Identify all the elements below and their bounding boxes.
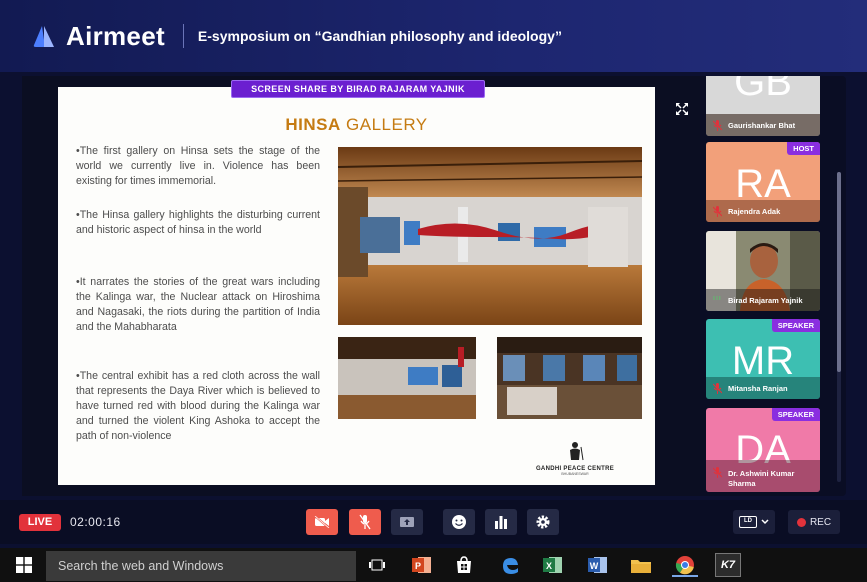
speaker-tile[interactable]: GB Gaurishankar Bhat (706, 76, 820, 136)
gear-icon (536, 515, 550, 529)
slide-title-bold: HINSA (285, 115, 341, 134)
taskbar-search-input[interactable]: Search the web and Windows (46, 551, 356, 581)
speaker-name: Birad Rajaram Yajnik (728, 296, 803, 305)
audio-level-icon: ııı (713, 295, 722, 302)
svg-text:P: P (415, 561, 421, 571)
excel-icon[interactable]: X (540, 553, 566, 577)
active-app-indicator (672, 575, 698, 577)
chevron-down-icon (761, 519, 769, 525)
gandhi-silhouette-icon (570, 442, 584, 461)
gallery-photo-main (338, 147, 642, 325)
powerpoint-icon[interactable]: P (409, 553, 435, 577)
expand-icon[interactable] (673, 100, 691, 118)
speaker-initials: GB (734, 76, 792, 104)
mic-off-icon (713, 383, 722, 394)
airmeet-logo[interactable]: Airmeet (32, 21, 165, 52)
header-divider (182, 24, 184, 48)
gallery-photo-corridor (338, 337, 476, 419)
control-bar: LIVE 02:00:16 LD REC (0, 500, 867, 544)
app-name: Airmeet (66, 20, 165, 51)
slide-bullet: •The Hinsa gallery highlights the distur… (76, 209, 320, 236)
gpc-logo-sub: BHUBANESWAR (561, 472, 589, 476)
mic-off-icon (359, 514, 371, 530)
record-button[interactable]: REC (788, 510, 840, 534)
k7-antivirus-icon[interactable]: K7 (715, 553, 741, 577)
file-explorer-icon[interactable] (628, 553, 654, 577)
poll-button[interactable] (485, 509, 517, 535)
main-area: HINSA GALLERY •The first gallery on Hins… (22, 76, 846, 496)
speaker-tile[interactable]: HOST RA Rajendra Adak (706, 142, 820, 222)
record-dot-icon (796, 517, 806, 527)
emoji-reaction-button[interactable] (443, 509, 475, 535)
speaker-name: Mitansha Ranjan (728, 384, 788, 393)
mic-off-icon (713, 120, 722, 131)
stage: HINSA GALLERY •The first gallery on Hins… (22, 76, 700, 496)
slide-title-rest: GALLERY (340, 115, 428, 134)
speaker-panel: GB Gaurishankar Bhat HOST RA Rajendra Ad… (700, 76, 846, 496)
speaker-name: Rajendra Adak (728, 207, 781, 216)
host-badge: HOST (787, 142, 820, 155)
svg-text:X: X (546, 561, 552, 571)
word-icon[interactable]: W (585, 553, 611, 577)
edge-browser-icon[interactable] (497, 553, 523, 577)
settings-button[interactable] (527, 509, 559, 535)
session-timer: 02:00:16 (70, 515, 121, 529)
live-badge: LIVE (19, 514, 61, 531)
poll-icon (495, 516, 507, 529)
camera-toggle-button[interactable] (306, 509, 338, 535)
video-quality-select[interactable]: LD (733, 510, 775, 534)
camera-off-icon (314, 516, 330, 528)
airmeet-logo-icon (32, 24, 60, 48)
shared-slide: HINSA GALLERY •The first gallery on Hins… (58, 87, 655, 485)
mic-off-icon (713, 206, 722, 217)
emoji-icon (452, 515, 466, 529)
speaker-badge: SPEAKER (771, 408, 820, 421)
speaker-tile-video[interactable]: SPEAKER ııı Birad Rajaram Yajnik (706, 231, 820, 311)
chrome-icon[interactable] (672, 553, 698, 577)
gallery-photo-exhibits (497, 337, 642, 419)
record-label: REC (809, 516, 832, 528)
slide-bullet: •It narrates the stories of the great wa… (76, 276, 320, 333)
event-title: E-symposium on “Gandhian philosophy and … (197, 28, 562, 44)
share-screen-button[interactable] (391, 509, 423, 535)
slide-bullet: •The first gallery on Hinsa sets the sta… (76, 145, 320, 187)
screen-share-banner: SCREEN SHARE BY BIRAD RAJARAM YAJNIK (231, 80, 485, 98)
slide-bullet: •The central exhibit has a red cloth acr… (76, 370, 320, 442)
task-view-icon[interactable] (364, 553, 390, 577)
windows-taskbar: Search the web and Windows P X W K7 (0, 548, 867, 582)
store-icon[interactable] (451, 553, 477, 577)
mic-off-icon (713, 467, 722, 478)
speaker-name: Gaurishankar Bhat (728, 121, 796, 130)
top-header: Airmeet E-symposium on “Gandhian philoso… (0, 0, 867, 72)
speaker-name: Dr. Ashwini Kumar Sharma (728, 469, 795, 488)
svg-text:W: W (590, 561, 599, 571)
mic-toggle-button[interactable] (349, 509, 381, 535)
speaker-badge: SPEAKER (771, 319, 820, 332)
speaker-tile[interactable]: SPEAKER MR Mitansha Ranjan (706, 319, 820, 399)
video-quality-label: LD (739, 516, 757, 528)
gandhi-peace-centre-logo: GANDHI PEACE CENTRE BHUBANESWAR (528, 441, 622, 476)
slide-title: HINSA GALLERY (58, 115, 655, 135)
speaker-scrollbar-thumb[interactable] (837, 172, 841, 372)
windows-start-icon[interactable] (16, 557, 32, 573)
share-screen-icon (400, 517, 414, 527)
speaker-tile[interactable]: SPEAKER DA Dr. Ashwini Kumar Sharma (706, 408, 820, 492)
